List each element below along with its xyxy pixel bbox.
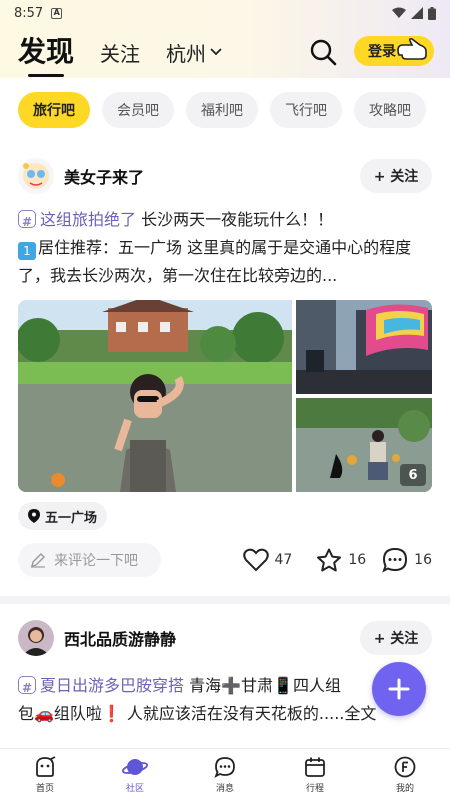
comment-count: 16 (414, 552, 432, 568)
favorite-button[interactable]: 16 (316, 548, 366, 573)
notification-icon: A (51, 7, 63, 19)
message-icon (214, 757, 235, 778)
location-tag[interactable]: 五一广场 (18, 502, 108, 530)
photo-grid: 6 (18, 300, 432, 492)
planet-icon (122, 759, 148, 775)
nav-messages[interactable]: 消息 (180, 749, 270, 800)
nav-home[interactable]: 首页 (0, 749, 90, 800)
login-button[interactable]: 登录 (354, 36, 434, 66)
signal-icon (411, 7, 423, 19)
nav-community[interactable]: 社区 (90, 749, 180, 800)
post-body-text: 青海➕甘肃📱四人组 (189, 676, 341, 695)
status-bar: 8:57 A (0, 0, 450, 26)
nav-label: 首页 (35, 784, 54, 794)
avatar[interactable] (18, 158, 54, 194)
heart-icon (242, 548, 269, 572)
topic-link[interactable]: 这组旅拍绝了 (40, 210, 136, 229)
nav-itinerary[interactable]: 行程 (270, 749, 360, 800)
post-body-text: 包🚗组队啦❗ 人就应该活在没有天花板的.....全文 (18, 704, 377, 723)
post-header: 西北品质游静静 + 关注 (18, 618, 432, 658)
battery-icon (428, 6, 436, 20)
follow-button[interactable]: + 关注 (360, 621, 432, 655)
wifi-icon (392, 7, 406, 18)
topic-link[interactable]: 夏日出游多巴胺穿搭 (40, 676, 184, 695)
profile-icon (394, 756, 416, 778)
photo-count-badge: 6 (400, 464, 426, 486)
like-button[interactable]: 47 (242, 548, 293, 572)
bottom-nav: 首页 社区 消息 行程 我的 (0, 748, 450, 800)
search-icon (310, 39, 337, 66)
comment-button[interactable]: 16 (382, 547, 432, 573)
tab-discover[interactable]: 发现 (18, 35, 74, 77)
post-body-text: 居住推荐：五一广场 这里真的属于是交通中心的程度了，我去长沙两次，第一次住在比较… (18, 238, 412, 285)
comment-input[interactable]: 来评论一下吧 (18, 543, 161, 577)
category-chip-flying[interactable]: 飞行吧 (270, 92, 342, 128)
nav-label: 行程 (305, 784, 324, 794)
login-label: 登录 (368, 44, 396, 60)
post-header: 美女子来了 + 关注 (18, 156, 432, 196)
post-card[interactable]: 美女子来了 + 关注 这组旅拍绝了 长沙两天一夜能玩什么！！ 1居住推荐：五一广… (0, 156, 450, 580)
like-count: 47 (274, 552, 293, 568)
topic-icon (18, 208, 36, 236)
post-text[interactable]: 这组旅拍绝了 长沙两天一夜能玩什么！！ 1居住推荐：五一广场 这里真的属于是交通… (18, 206, 432, 290)
photo-main[interactable] (18, 300, 292, 492)
author-name[interactable]: 美女子来了 (64, 164, 144, 188)
chevron-down-icon (210, 48, 222, 56)
location-label: 五一广场 (45, 510, 98, 526)
action-row: 来评论一下吧 47 16 16 (18, 540, 432, 580)
status-time: 8:57 (14, 5, 44, 21)
plus-icon (388, 678, 410, 700)
post-title: 长沙两天一夜能玩什么！！ (141, 210, 334, 229)
category-chip-welfare[interactable]: 福利吧 (186, 92, 258, 128)
city-selector[interactable]: 杭州 (166, 38, 222, 67)
location-pin-icon (28, 509, 40, 523)
create-post-button[interactable] (372, 662, 426, 716)
category-chip-guide[interactable]: 攻略吧 (354, 92, 426, 128)
nav-label: 我的 (395, 784, 414, 794)
number-one-icon: 1 (18, 242, 36, 260)
category-chip-member[interactable]: 会员吧 (102, 92, 174, 128)
nav-label: 消息 (215, 784, 234, 794)
post-text[interactable]: 夏日出游多巴胺穿搭 青海➕甘肃📱四人组 包🚗组队啦❗ 人就应该活在没有天花板的.… (18, 672, 432, 728)
category-row: 旅行吧 会员吧 福利吧 飞行吧 攻略吧 (0, 90, 450, 130)
search-button[interactable] (308, 37, 338, 67)
author-name[interactable]: 西北品质游静静 (64, 626, 176, 650)
comment-bubble-icon (382, 547, 408, 573)
pencil-icon (31, 553, 45, 568)
comment-placeholder: 来评论一下吧 (54, 553, 138, 569)
star-icon (317, 548, 342, 571)
tab-following[interactable]: 关注 (100, 38, 140, 67)
favorite-count: 16 (348, 552, 367, 568)
avatar[interactable] (18, 620, 54, 656)
follow-button[interactable]: + 关注 (360, 159, 432, 193)
home-icon (36, 756, 56, 777)
category-chip-travel[interactable]: 旅行吧 (18, 92, 90, 128)
city-label: 杭州 (166, 41, 207, 66)
pointing-hand-icon (397, 37, 427, 60)
calendar-icon (305, 757, 325, 777)
nav-label: 社区 (125, 784, 144, 794)
top-nav: 发现 关注 杭州 登录 (0, 26, 450, 78)
photo-thumb[interactable]: 6 (296, 398, 432, 492)
nav-profile[interactable]: 我的 (360, 749, 450, 800)
post-divider (0, 596, 450, 604)
photo-thumb[interactable] (296, 300, 432, 394)
topic-icon (18, 674, 36, 702)
